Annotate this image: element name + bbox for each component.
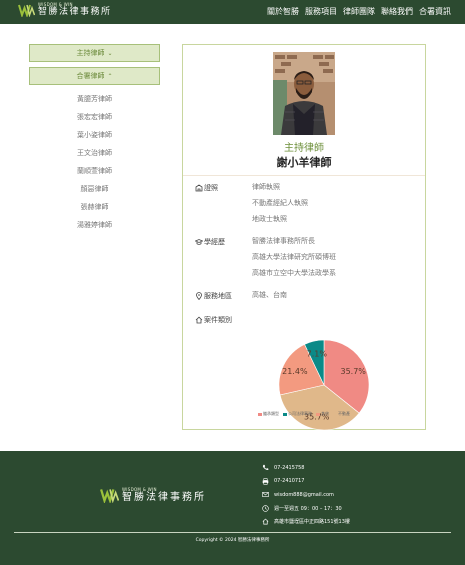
clock-icon [262, 505, 269, 512]
license-value: 不動產經紀人執照 [252, 199, 308, 207]
legend-label: 繼承類型 [263, 411, 279, 416]
list-item[interactable]: 湯雅婷律師 [29, 216, 160, 234]
logo-mark-icon [100, 489, 119, 503]
fax-number: 07-2410717 [274, 478, 305, 485]
co-lawyer-list: 黃臆芳律師 張宏宏律師 葉小姿律師 王文治律師 蘭順萱律師 顏惡律師 張赫律師 … [29, 90, 160, 234]
license-value: 律師執照 [252, 183, 280, 191]
legend-label: 其他 [321, 411, 329, 416]
pie-data-label: 21.4% [282, 367, 308, 376]
lawyer-role: 主持律師 [284, 143, 324, 154]
logo-mark-icon [18, 4, 35, 17]
co-lawyer-label: 合署律師 [76, 72, 105, 80]
chevron-down-icon: ⌄ [107, 49, 113, 57]
phone-icon [262, 465, 269, 471]
chart-legend: 繼承類型 公司法律事務 其他 不動產 [258, 411, 350, 417]
legend-item[interactable]: 公司法律事務 [283, 411, 312, 417]
graduation-cap-icon [195, 239, 203, 245]
case-type-pie-chart: 35.7%35.7%21.4%7.1% [278, 339, 370, 431]
portrait-image [273, 52, 335, 135]
site-header: WISDOM & WIN 智勝法律事務所 關於智勝 服務項目 律師團隊 聯絡我們… [0, 0, 465, 24]
lawyer-name: 謝小羊律師 [276, 156, 332, 169]
license-value: 地政士執照 [252, 215, 287, 223]
host-lawyer-toggle[interactable]: 主持律師 ⌄ [29, 44, 160, 62]
printer-icon [262, 478, 269, 485]
phone-number: 07-2415758 [274, 464, 305, 471]
office-hours: 週一至週五 09：00 – 17：30 [274, 505, 342, 512]
nav-services[interactable]: 服務項目 [305, 6, 337, 17]
list-item[interactable]: 顏惡律師 [29, 180, 160, 198]
co-lawyer-toggle[interactable]: 合署律師 ⌃ [29, 67, 160, 85]
service-area-value: 高雄、台南 [252, 291, 287, 299]
legend-swatch [258, 412, 262, 416]
list-item[interactable]: 葉小姿律師 [29, 126, 160, 144]
main-nav: 關於智勝 服務項目 律師團隊 聯絡我們 合署資訊 [267, 6, 451, 17]
legend-item[interactable]: 繼承類型 [258, 411, 279, 417]
mail-icon [262, 492, 269, 498]
education-label: 學經歷 [204, 238, 225, 246]
contact-hours: 週一至週五 09：00 – 17：30 [262, 502, 350, 516]
education-value: 高雄大學法律研究所碩博班 [252, 253, 336, 261]
building-icon [195, 184, 203, 192]
education-value: 智勝法律事務所所長 [252, 237, 315, 245]
list-item[interactable]: 黃臆芳律師 [29, 90, 160, 108]
legend-item[interactable]: 不動產 [333, 411, 350, 417]
logo-chinese: 智勝法律事務所 [122, 491, 206, 503]
office-address: 高雄市鹽埕區中正四路151號13樓 [274, 519, 350, 526]
map-pin-icon [196, 292, 202, 300]
pie-data-label: 7.1% [307, 349, 328, 358]
service-area-label: 服務地區 [204, 292, 232, 300]
footer-divider [14, 532, 451, 533]
legend-label: 不動產 [338, 411, 350, 416]
footer-logo[interactable]: WISDOM & WIN 智勝法律事務所 [100, 487, 206, 503]
legend-swatch [333, 412, 337, 416]
nav-about[interactable]: 關於智勝 [267, 6, 299, 17]
legend-label: 公司法律事務 [288, 411, 312, 416]
pie-data-label: 35.7% [340, 367, 366, 376]
host-lawyer-label: 主持律師 [76, 49, 105, 57]
contact-address[interactable]: 高雄市鹽埕區中正四路151號13樓 [262, 515, 350, 529]
legend-item[interactable]: 其他 [316, 411, 329, 417]
list-item[interactable]: 王文治律師 [29, 144, 160, 162]
education-value: 高雄市立空中大學法政學系 [252, 269, 336, 277]
lawyer-photo [273, 52, 335, 135]
home-icon [262, 518, 269, 525]
legend-swatch [316, 412, 320, 416]
contact-email[interactable]: wisdom888@gmail.com [262, 488, 350, 502]
nav-contact[interactable]: 聯絡我們 [381, 6, 413, 17]
lawyer-sidebar: 主持律師 ⌄ 合署律師 ⌃ 黃臆芳律師 張宏宏律師 葉小姿律師 王文治律師 蘭順… [29, 44, 160, 234]
logo-chinese: 智勝法律事務所 [38, 7, 112, 17]
footer-contacts: 07-2415758 07-2410717 wisdom888@gmail.co… [262, 461, 350, 529]
chevron-up-icon: ⌃ [107, 72, 113, 80]
copyright: Copyright © 2024 智勝法律事務所 [195, 538, 270, 543]
site-logo[interactable]: WISDOM & WIN 智勝法律事務所 [18, 3, 112, 17]
nav-team[interactable]: 律師團隊 [343, 6, 375, 17]
lawyer-profile-card: 主持律師 謝小羊律師 證照 律師執照 不動產經紀人執照 地政士執照 學經歷 智勝… [182, 44, 426, 431]
email-address: wisdom888@gmail.com [274, 491, 334, 498]
logo-english: WISDOM & WIN [122, 486, 157, 492]
nav-partners[interactable]: 合署資訊 [419, 6, 451, 17]
contact-fax[interactable]: 07-2410717 [262, 475, 350, 489]
license-label: 證照 [204, 184, 218, 192]
list-item[interactable]: 張宏宏律師 [29, 108, 160, 126]
legend-swatch [283, 412, 287, 416]
contact-phone[interactable]: 07-2415758 [262, 461, 350, 475]
list-item[interactable]: 張赫律師 [29, 198, 160, 216]
site-footer [0, 451, 465, 565]
card-divider [183, 175, 425, 176]
list-item[interactable]: 蘭順萱律師 [29, 162, 160, 180]
